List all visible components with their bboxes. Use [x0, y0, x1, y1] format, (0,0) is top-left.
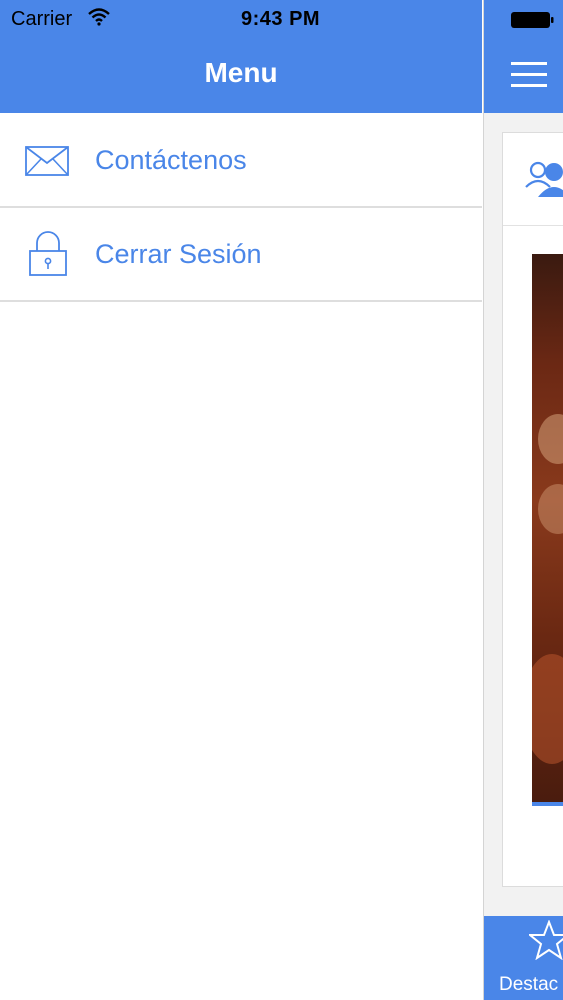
menu-item-logout[interactable]: Cerrar Sesión — [0, 208, 482, 302]
lock-icon — [28, 231, 68, 282]
wifi-icon — [88, 8, 110, 32]
star-icon[interactable] — [527, 919, 563, 965]
card-image[interactable] — [532, 254, 563, 806]
clock: 9:43 PM — [241, 8, 321, 30]
battery-icon — [510, 10, 554, 36]
carrier-label: Carrier — [11, 8, 73, 30]
tab-bar: Destac — [484, 916, 563, 1000]
menu-title: Menu — [204, 57, 278, 88]
menu-item-contact-label: Contáctenos — [95, 145, 247, 175]
menu-item-contact[interactable]: Contáctenos — [0, 114, 482, 208]
tab-featured-label[interactable]: Destac — [499, 974, 558, 996]
status-bar: Carrier 9:43 PM — [0, 0, 563, 38]
envelope-icon — [25, 146, 69, 181]
group-icon — [524, 159, 563, 204]
feed-card[interactable] — [502, 132, 563, 887]
side-menu: Menu Contáctenos Cerrar Sesión — [0, 0, 482, 1000]
hamburger-icon[interactable] — [511, 61, 549, 94]
main-content: Destac — [483, 0, 563, 1000]
card-divider — [503, 225, 563, 226]
menu-item-logout-label: Cerrar Sesión — [95, 239, 262, 269]
menu-list: Contáctenos Cerrar Sesión — [0, 114, 482, 302]
